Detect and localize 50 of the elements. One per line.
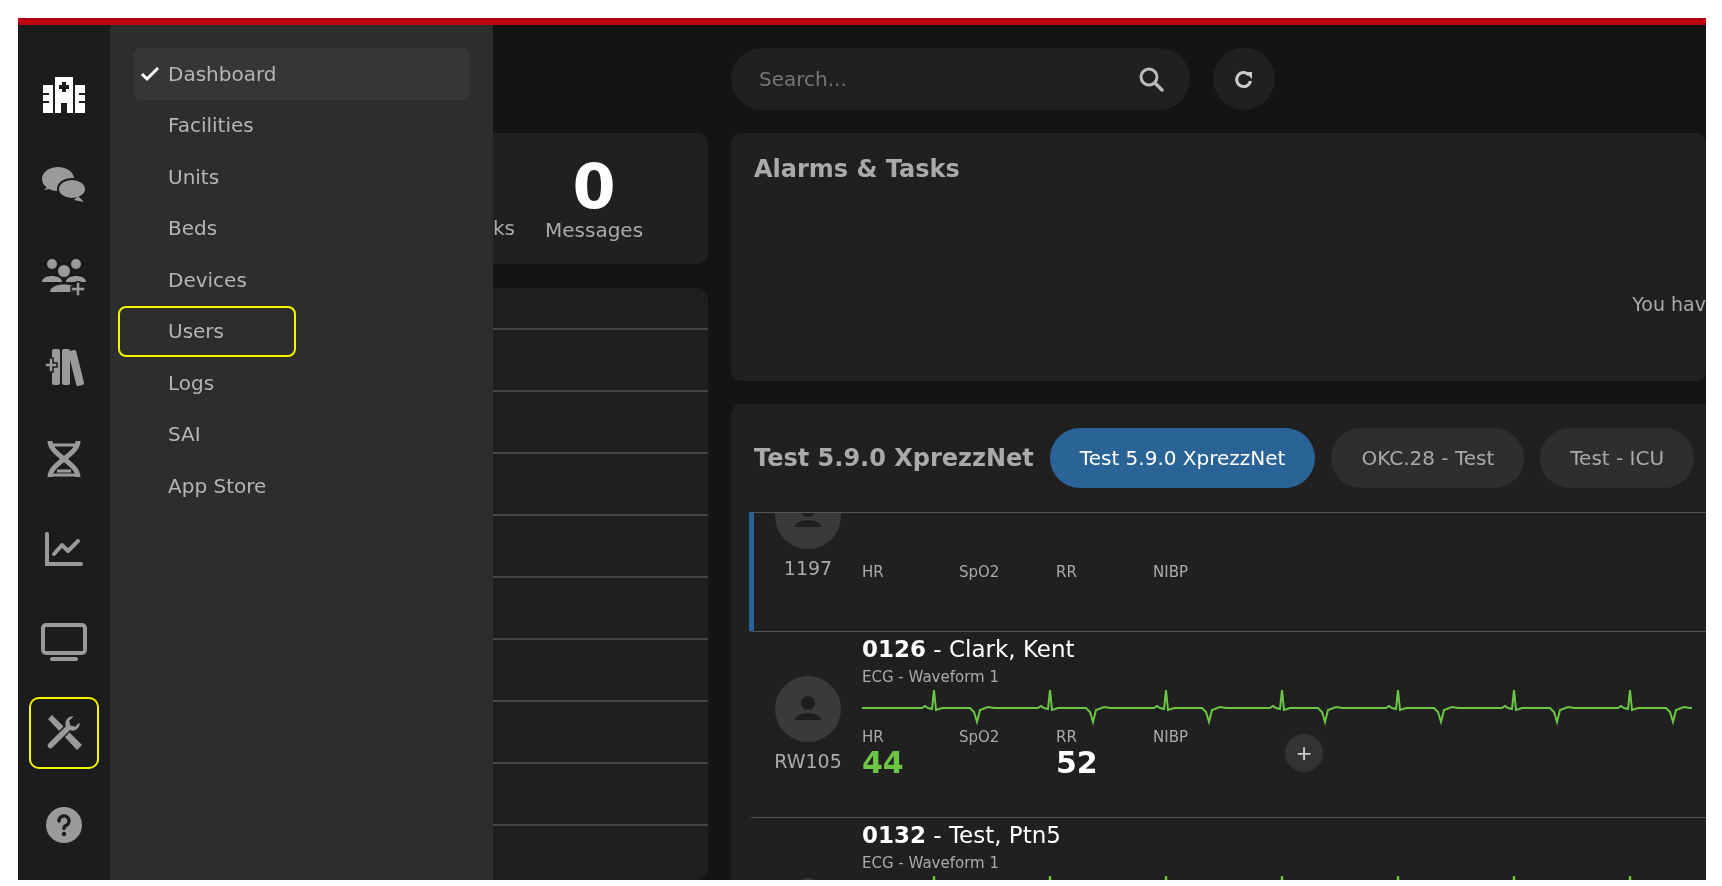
patient-row[interactable]: 0132 - Test, Ptn5 ECG - Waveform 1 xyxy=(749,817,1706,880)
stat-label: Messages xyxy=(545,218,644,242)
vital-label: SpO2 xyxy=(959,563,1001,581)
menu-item[interactable]: App Store xyxy=(118,460,470,512)
unit-tab[interactable]: OKC.28 - Test xyxy=(1331,428,1525,488)
card-title: Test 5.9.0 XprezzNet xyxy=(754,444,1034,472)
search-icon xyxy=(1138,66,1164,92)
vital-value: 52 xyxy=(1056,746,1099,779)
vital-label: NIBP xyxy=(1153,728,1189,746)
help-icon xyxy=(45,805,83,844)
dna-icon xyxy=(46,438,82,479)
vital-label: HR xyxy=(862,563,885,581)
waveform-label: ECG - Waveform 1 xyxy=(862,854,1000,872)
search-field[interactable]: Search... xyxy=(731,48,1190,110)
menu-item[interactable]: Facilities xyxy=(118,99,470,151)
menu-item[interactable]: SAI xyxy=(118,408,470,460)
patient-row[interactable]: RW105 0126 - Clark, Kent ECG - Waveform 1 HR 44 SpO2 RR 52 NIBP + xyxy=(749,631,1706,817)
line-chart-icon xyxy=(44,532,84,569)
patient-row[interactable]: 1197 HR SpO2 RR NIBP xyxy=(749,512,1706,631)
menu-item[interactable]: Units xyxy=(118,151,470,203)
bed-label: 1197 xyxy=(783,557,833,579)
vital-label: RR xyxy=(1056,563,1078,581)
vital-label: NIBP xyxy=(1153,563,1189,581)
vital-label: RR xyxy=(1056,728,1078,746)
waveform-label: ECG - Waveform 1 xyxy=(862,668,1000,686)
menu-item[interactable]: Devices xyxy=(118,254,470,306)
vital-label: SpO2 xyxy=(959,728,1001,746)
rail-button[interactable] xyxy=(29,697,99,770)
unit-tab[interactable]: Test 5.9.0 XprezzNet xyxy=(1049,428,1316,488)
vital-label: HR xyxy=(862,728,885,746)
patient-name: 0126 - Clark, Kent xyxy=(862,636,1076,662)
chat-icon xyxy=(40,164,88,205)
empty-message: You hav xyxy=(1632,293,1706,315)
check-icon xyxy=(140,64,160,83)
books-add-icon xyxy=(42,347,86,388)
stat-label: ks xyxy=(493,216,515,240)
vital-value: 44 xyxy=(862,746,905,779)
add-button[interactable]: + xyxy=(1285,734,1323,772)
menu-item[interactable]: Users xyxy=(118,305,296,357)
avatar-icon xyxy=(775,676,841,742)
card-title: Alarms & Tasks xyxy=(754,155,961,183)
menu-item[interactable]: Dashboard xyxy=(133,48,470,100)
menu-item[interactable]: Logs xyxy=(118,357,470,409)
unit-tab[interactable]: Test - ICU xyxy=(1540,428,1695,488)
patient-name: 0132 - Test, Ptn5 xyxy=(862,822,1062,848)
monitor-icon xyxy=(40,621,88,662)
menu-item[interactable]: Beds xyxy=(118,202,470,254)
refresh-icon xyxy=(1234,69,1254,89)
stat-value: 0 xyxy=(572,156,616,218)
bed-label: RW105 xyxy=(774,750,842,772)
